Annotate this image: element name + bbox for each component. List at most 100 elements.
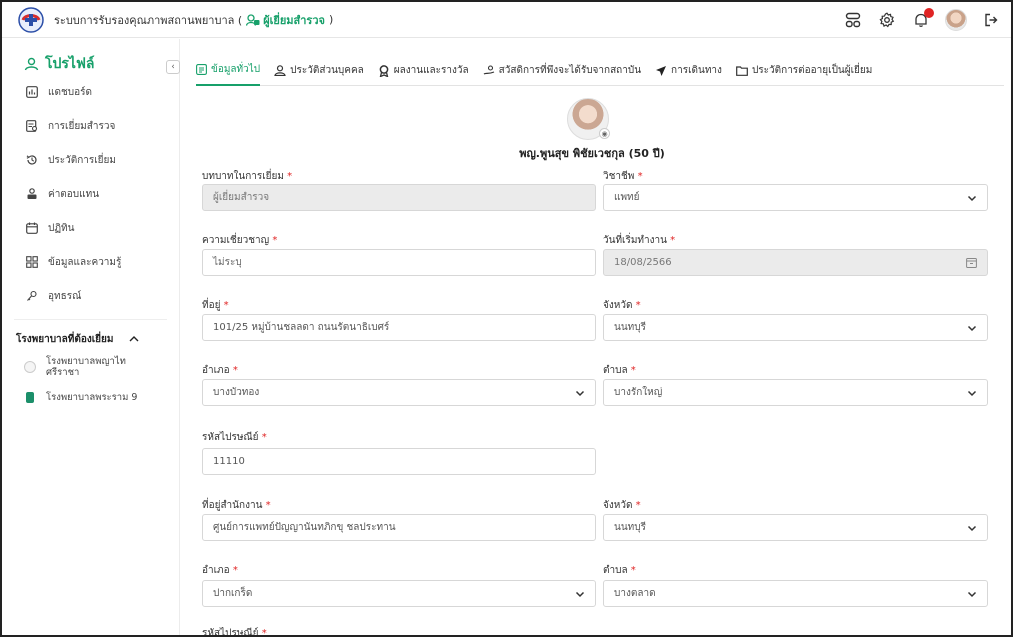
app-title-suffix: ) [328,13,334,26]
work-province-label: จังหวัด * [603,500,641,511]
sidebar-heading-label: โปรไฟล์ [45,56,95,72]
tab-welfare[interactable]: สวัสดิการที่พึงจะได้รับจากสถาบัน [483,56,641,86]
tab-label: ประวัติส่วนบุคคล [290,65,364,76]
notification-bell-icon[interactable] [911,8,934,30]
tab-general-info[interactable]: ข้อมูลทั่วไป [196,56,261,86]
hospital-item-phyathai[interactable]: โรงพยาบาลพญาไท ศรีราชา [2,352,179,382]
work-province-value: นนทบุรี [614,522,646,533]
tab-personal-history[interactable]: ประวัติส่วนบุคคล [274,56,364,86]
role-indicator: ผู้เยี่ยมสำรวจ [246,11,325,29]
province-select[interactable]: นนทบุรี [603,314,988,341]
address-label: ที่อยู่ * [202,300,229,311]
sidebar-item-survey[interactable]: การเยี่ยมสำรวจ [2,109,179,143]
sidebar-item-label: ข้อมูลและความรู้ [48,256,122,268]
subdistrict-value: บางรักใหญ่ [614,387,663,398]
sidebar-heading[interactable]: โปรไฟล์ [2,39,179,75]
work-subdistrict-select[interactable]: บางตลาด [603,580,988,607]
chevron-down-icon [575,390,585,397]
apps-icon[interactable] [843,10,863,30]
folder-icon [736,65,748,76]
province-label: จังหวัด * [603,300,641,311]
history-icon [26,154,38,166]
app-title-text: ระบบการรับรองคุณภาพสถานพยาบาล ( [54,13,243,27]
chevron-up-icon[interactable] [129,335,139,343]
expertise-placeholder: ไม่ระบุ [213,257,242,268]
tab-label: ข้อมูลทั่วไป [211,64,261,75]
work-subdistrict-label: ตำบล * [603,565,636,576]
award-icon [379,64,389,77]
tab-works-awards[interactable]: ผลงานและรางวัล [378,56,469,86]
chevron-down-icon [967,591,977,598]
hospital-item-rama9[interactable]: โรงพยาบาลพระราม 9 [2,382,179,412]
camera-icon[interactable]: ◉ [599,128,610,139]
user-avatar[interactable] [945,9,967,31]
chevron-down-icon [575,591,585,598]
tab-label: ผลงานและรางวัล [393,65,469,76]
payment-icon [26,188,38,200]
sidebar-collapse-button[interactable]: ‹ [166,60,180,74]
district-select[interactable]: บางบัวทอง [202,379,596,406]
role-text: ผู้เยี่ยมสำรวจ [263,13,325,27]
work-subdistrict-value: บางตลาด [614,588,656,599]
sidebar-item-knowledge[interactable]: ข้อมูลและความรู้ [2,245,179,279]
appeal-icon [26,290,38,302]
survey-icon [26,120,38,132]
work-province-select[interactable]: นนทบุรี [603,514,988,541]
start-date-label: วันที่เริ่มทำงาน * [603,235,676,246]
work-district-label: อำเภอ * [202,565,238,576]
start-date-field: 18/08/2566 [603,249,988,276]
postcode-input[interactable]: 11110 [202,448,596,475]
tab-label: สวัสดิการที่พึงจะได้รับจากสถาบัน [498,65,642,76]
notification-badge [924,8,934,18]
chevron-down-icon [967,525,977,532]
expertise-input[interactable]: ไม่ระบุ [202,249,596,276]
role-label: บทบาทในการเยี่ยม * [202,171,293,182]
chevron-down-icon [967,195,977,202]
hospital-section-title: โรงพยาบาลที่ต้องเยี่ยม [16,333,114,345]
role-field: ผู้เยี่ยมสำรวจ [202,184,596,211]
logout-icon[interactable] [981,10,1001,30]
sidebar-item-label: ค่าตอบแทน [48,188,100,200]
tab-label: การเดินทาง [671,65,722,76]
tab-label: ประวัติการต่ออายุเป็นผู้เยี่ยม [751,65,873,76]
hospital-name: โรงพยาบาลพระราม 9 [46,391,138,403]
work-district-select[interactable]: ปากเกร็ด [202,580,596,607]
start-date-value: 18/08/2566 [614,257,672,268]
sidebar-item-history[interactable]: ประวัติการเยี่ยม [2,143,179,177]
plane-icon [656,65,667,76]
sidebar-item-dashboard[interactable]: แดชบอร์ด [2,75,179,109]
sidebar-divider [14,319,167,320]
chevron-down-icon [967,390,977,397]
sidebar-item-calendar[interactable]: ปฏิทิน [2,211,179,245]
profession-value: แพทย์ [614,192,640,203]
tab-renewal-history[interactable]: ประวัติการต่ออายุเป็นผู้เยี่ยม [736,56,872,86]
app-window: ระบบการรับรองคุณภาพสถานพยาบาล ( ผู้เยี่ย… [0,0,1013,637]
hospital-section-header[interactable]: โรงพยาบาลที่ต้องเยี่ยม [2,326,179,352]
sidebar-item-label: ประวัติการเยี่ยม [48,154,116,166]
sidebar-item-payment[interactable]: ค่าตอบแทน [2,177,179,211]
person-icon [274,65,286,76]
profile-photo[interactable]: ◉ [567,98,610,140]
chevron-left-icon: ‹ [171,62,175,72]
subdistrict-select[interactable]: บางรักใหญ่ [603,379,988,406]
work-address-input[interactable]: ศูนย์การแพทย์ปัญญานันทภิกขุ ชลประทาน [202,514,596,541]
profile-name: พญ.พูนสุข พิชัยเวชกุล (50 ปี) [519,147,665,160]
subdistrict-label: ตำบล * [603,365,636,376]
profession-select[interactable]: แพทย์ [603,184,988,211]
sidebar-item-label: ปฏิทิน [48,222,75,234]
postcode-label: รหัสไปรษณีย์ * [202,432,267,443]
settings-gear-icon[interactable] [877,10,897,30]
sidebar-item-label: อุทธรณ์ [48,290,82,302]
address-input[interactable]: 101/25 หมู่บ้านชลลดา ถนนรัตนาธิเบศร์ [202,314,596,341]
profile-tabs: ข้อมูลทั่วไป ประวัติส่วนบุคคล ผลงานและรา… [196,56,1004,86]
app-title: ระบบการรับรองคุณภาพสถานพยาบาล ( ผู้เยี่ย… [54,11,333,29]
chevron-down-icon [967,325,977,332]
dashboard-icon [26,86,38,98]
tab-travel[interactable]: การเดินทาง [655,56,722,86]
profession-label: วิชาชีพ * [603,171,643,182]
sidebar-item-label: การเยี่ยมสำรวจ [48,120,116,132]
province-value: นนทบุรี [614,322,646,333]
top-bar: ระบบการรับรองคุณภาพสถานพยาบาล ( ผู้เยี่ย… [2,2,1011,38]
hospital-logo-icon [26,391,34,403]
sidebar-item-appeal[interactable]: อุทธรณ์ [2,279,179,313]
